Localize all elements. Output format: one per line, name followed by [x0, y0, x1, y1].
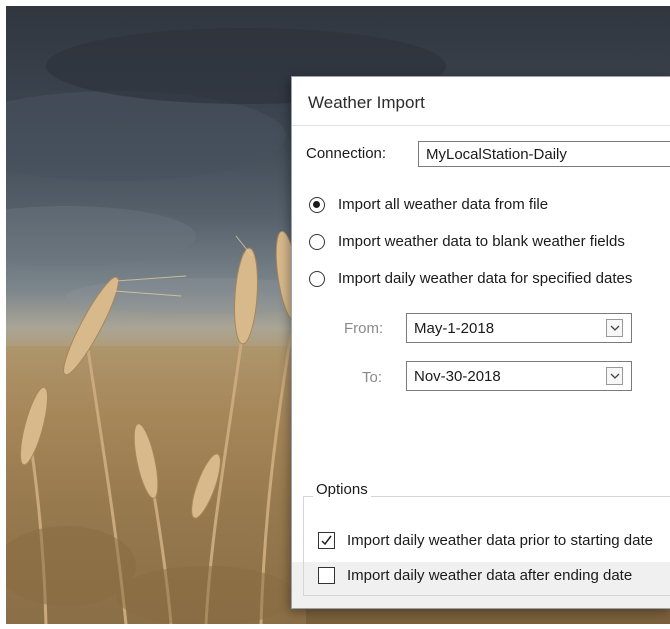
options-legend: Options: [313, 481, 371, 498]
checkbox-import-after[interactable]: [318, 567, 335, 584]
from-label: From:: [344, 320, 384, 337]
dialog-client-area: Connection: MyLocalStation-Daily Import …: [292, 126, 670, 596]
connection-label: Connection:: [306, 145, 387, 162]
chevron-down-icon: [610, 325, 620, 331]
checkbox-import-after-label[interactable]: Import daily weather data after ending d…: [347, 567, 632, 584]
from-date-value: May-1-2018: [414, 320, 495, 337]
radio-selected-dot: [313, 201, 320, 208]
radio-import-all-label[interactable]: Import all weather data from file: [338, 196, 548, 213]
checkbox-import-prior[interactable]: [318, 532, 335, 549]
to-date-dropdown-button[interactable]: [606, 367, 623, 385]
to-date-value: Nov-30-2018: [414, 368, 501, 385]
radio-import-all[interactable]: [309, 197, 325, 213]
radio-import-blank-fields-label[interactable]: Import weather data to blank weather fie…: [338, 233, 625, 250]
radio-import-specified-dates[interactable]: [309, 271, 325, 287]
checkmark-icon: [321, 535, 332, 546]
connection-field[interactable]: MyLocalStation-Daily: [418, 141, 670, 167]
from-date-dropdown-button[interactable]: [606, 319, 623, 337]
connection-value: MyLocalStation-Daily: [426, 146, 567, 163]
dialog-title: Weather Import: [308, 93, 425, 112]
radio-import-blank-fields[interactable]: [309, 234, 325, 250]
checkbox-import-prior-label[interactable]: Import daily weather data prior to start…: [347, 532, 653, 549]
dialog-titlebar[interactable]: Weather Import: [292, 77, 670, 126]
chevron-down-icon: [610, 373, 620, 379]
from-date-combo[interactable]: May-1-2018: [406, 313, 632, 343]
to-date-combo[interactable]: Nov-30-2018: [406, 361, 632, 391]
weather-import-dialog: Weather Import Connection: MyLocalStatio…: [291, 76, 670, 609]
to-label: To:: [362, 369, 383, 386]
radio-import-specified-dates-label[interactable]: Import daily weather data for specified …: [338, 270, 632, 287]
